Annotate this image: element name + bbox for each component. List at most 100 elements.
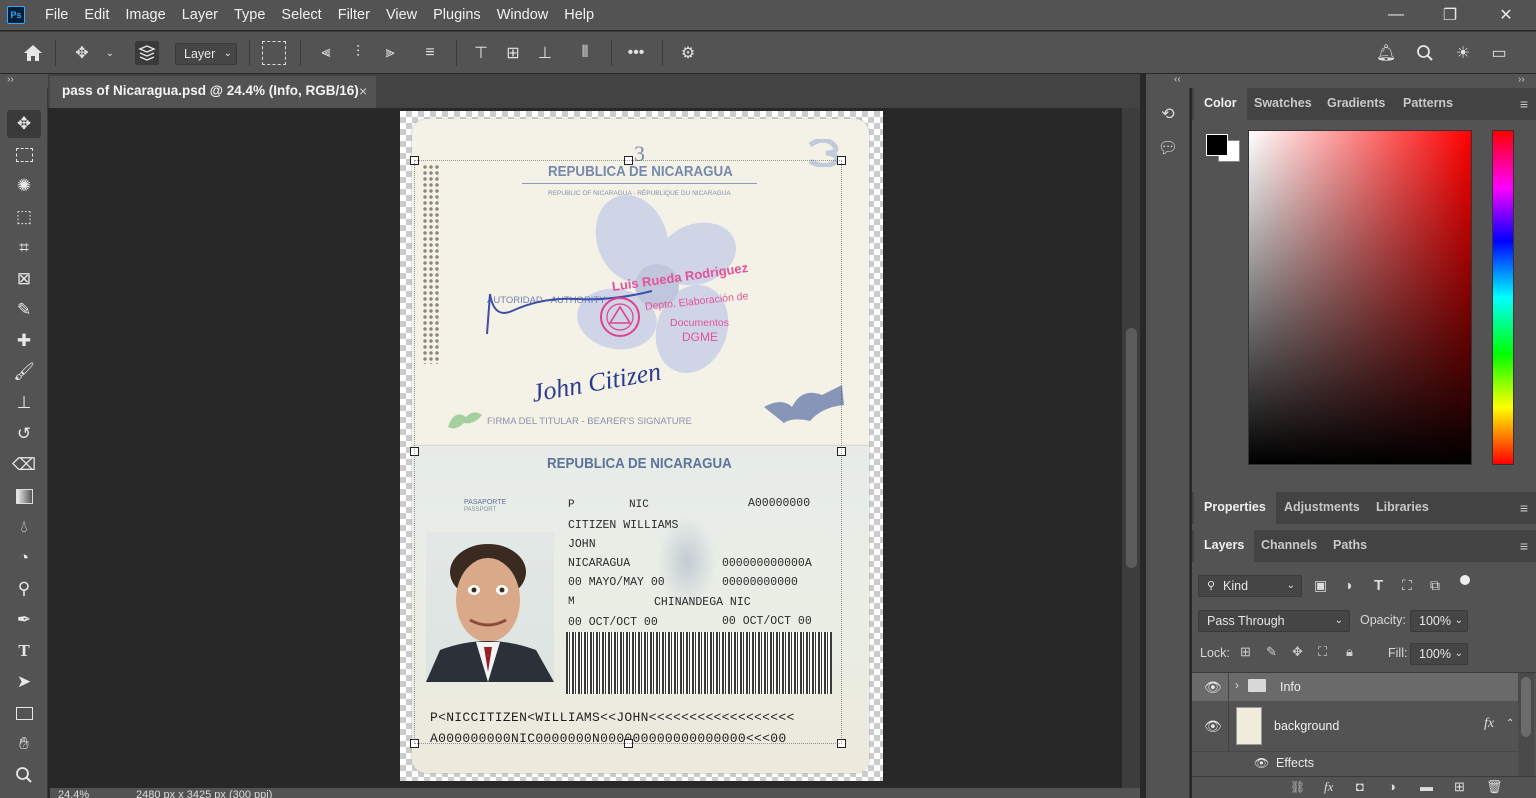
photoshop-logo[interactable]: Ps bbox=[7, 6, 25, 24]
passport-document[interactable]: 3 REPUBLICA DE NICARAGUA REPUBLIC OF NIC… bbox=[400, 111, 883, 781]
home-icon[interactable] bbox=[21, 41, 45, 65]
tab-patterns[interactable]: Patterns bbox=[1393, 88, 1463, 120]
add-mask-icon[interactable]: ◘ bbox=[1356, 779, 1364, 794]
path-selection-tool-icon[interactable]: ➤ bbox=[7, 668, 41, 696]
document-tab[interactable]: pass of Nicaragua.psd @ 24.4% (Info, RGB… bbox=[50, 76, 376, 108]
new-group-icon[interactable]: ▬ bbox=[1420, 779, 1433, 794]
menu-file[interactable]: File bbox=[37, 0, 76, 30]
foreground-color-swatch[interactable] bbox=[1206, 134, 1228, 156]
dodge-tool-icon[interactable]: ◔ bbox=[7, 544, 41, 572]
align-right-icon[interactable]: ⫸ bbox=[378, 41, 402, 65]
workspace-icon[interactable]: ▭ bbox=[1487, 41, 1511, 65]
menu-view[interactable]: View bbox=[378, 0, 425, 30]
filter-smart-object-icon[interactable]: ⧉ bbox=[1430, 577, 1440, 594]
tab-swatches[interactable]: Swatches bbox=[1244, 88, 1322, 120]
tab-layers[interactable]: Layers bbox=[1194, 530, 1255, 562]
panel-menu-icon[interactable]: ≡ bbox=[1520, 538, 1528, 554]
menu-image[interactable]: Image bbox=[117, 0, 173, 30]
collapse-right-icon[interactable]: ›› bbox=[1518, 74, 1525, 85]
filter-pixel-icon[interactable]: ▣ bbox=[1314, 577, 1327, 594]
menu-help[interactable]: Help bbox=[556, 0, 602, 30]
link-layers-icon[interactable]: ⛓ bbox=[1290, 780, 1305, 794]
history-panel-icon[interactable]: ⟲ bbox=[1156, 104, 1180, 128]
zoom-level[interactable]: 24.4% bbox=[58, 788, 89, 798]
panel-menu-icon[interactable]: ≡ bbox=[1520, 500, 1528, 516]
new-layer-icon[interactable]: ⊞ bbox=[1454, 779, 1465, 795]
menu-edit[interactable]: Edit bbox=[76, 0, 117, 30]
tab-paths[interactable]: Paths bbox=[1323, 530, 1377, 562]
fx-icon[interactable]: fx bbox=[1484, 716, 1494, 732]
zoom-tool-icon[interactable] bbox=[7, 761, 41, 789]
panel-menu-icon[interactable]: ≡ bbox=[1520, 96, 1528, 112]
chevron-up-icon[interactable]: ⌃ bbox=[1506, 718, 1514, 729]
layer-row-background[interactable]: 👁︎ background fx ⌃ bbox=[1192, 702, 1526, 752]
align-top-icon[interactable]: ⊤ bbox=[469, 41, 493, 65]
history-brush-tool-icon[interactable]: ↺ bbox=[7, 420, 41, 448]
menu-select[interactable]: Select bbox=[273, 0, 329, 30]
object-selection-tool-icon[interactable]: ⬚ bbox=[7, 203, 41, 231]
close-document-icon[interactable]: × bbox=[359, 76, 367, 106]
close-window-button[interactable]: ✕ bbox=[1478, 0, 1534, 30]
layer-row-info[interactable]: 👁︎ › Info bbox=[1192, 673, 1526, 701]
color-picker-field[interactable] bbox=[1248, 130, 1472, 465]
burn-tool-icon[interactable]: ⚲ bbox=[7, 575, 41, 603]
delete-layer-icon[interactable]: 🗑︎ bbox=[1486, 779, 1503, 795]
hand-tool-icon[interactable]: ✋︎ bbox=[7, 730, 41, 758]
auto-select-dropdown[interactable]: Layer ⌄ bbox=[175, 43, 237, 65]
bell-icon[interactable]: 🔔︎ bbox=[1374, 41, 1398, 65]
menu-plugins[interactable]: Plugins bbox=[425, 0, 489, 30]
scrollbar-thumb[interactable] bbox=[1126, 328, 1137, 568]
move-tool-icon[interactable]: ✥ bbox=[70, 41, 94, 65]
quick-selection-tool-icon[interactable]: ✺ bbox=[7, 172, 41, 200]
tab-libraries[interactable]: Libraries bbox=[1366, 492, 1439, 524]
vertical-scrollbar[interactable] bbox=[1122, 108, 1140, 788]
eraser-tool-icon[interactable]: ⌫ bbox=[7, 451, 41, 479]
align-bottom-icon[interactable]: ⊥ bbox=[533, 41, 557, 65]
minimize-button[interactable]: — bbox=[1368, 0, 1424, 30]
visibility-eye-icon[interactable]: 👁︎ bbox=[1204, 679, 1222, 696]
brush-tool-icon[interactable]: 🖌︎ bbox=[7, 358, 41, 386]
tab-channels[interactable]: Channels bbox=[1251, 530, 1327, 562]
opacity-input[interactable]: 100% ⌄ bbox=[1410, 610, 1468, 632]
filter-adjustment-icon[interactable]: ◑ bbox=[1344, 577, 1352, 593]
blend-mode-dropdown[interactable]: Pass Through ⌄ bbox=[1198, 610, 1350, 632]
blur-tool-icon[interactable]: 💧︎ bbox=[7, 513, 41, 541]
filter-toggle-icon[interactable] bbox=[1460, 575, 1470, 585]
distribute-icon[interactable]: ≡ bbox=[418, 41, 442, 65]
pen-tool-icon[interactable]: ✒ bbox=[7, 606, 41, 634]
collapse-left-icon[interactable]: ‹‹ bbox=[1174, 74, 1181, 85]
visibility-eye-icon[interactable]: 👁︎ bbox=[1204, 718, 1222, 735]
crop-tool-icon[interactable]: ⌗ bbox=[7, 234, 41, 262]
tab-color[interactable]: Color bbox=[1194, 88, 1247, 120]
lightbulb-icon[interactable]: ☀ bbox=[1451, 41, 1475, 65]
healing-brush-tool-icon[interactable]: ✚ bbox=[7, 327, 41, 355]
restore-button[interactable]: ❐ bbox=[1422, 0, 1478, 30]
tools-collapse-toggle[interactable]: ›› bbox=[0, 74, 48, 88]
hue-slider[interactable] bbox=[1492, 130, 1514, 465]
align-left-icon[interactable]: ⫷ bbox=[314, 41, 338, 65]
auto-select-icon[interactable] bbox=[135, 41, 159, 65]
gradient-tool-icon[interactable] bbox=[7, 482, 41, 510]
marquee-tool-icon[interactable] bbox=[7, 141, 41, 169]
layer-row-effects[interactable]: 👁︎ Effects bbox=[1192, 752, 1526, 776]
type-tool-icon[interactable]: T bbox=[7, 637, 41, 665]
lock-position-icon[interactable]: ✥ bbox=[1292, 644, 1303, 660]
align-middle-icon[interactable]: ⊞ bbox=[501, 41, 525, 65]
lock-all-icon[interactable]: 🔒︎ bbox=[1346, 644, 1353, 660]
lock-artboard-icon[interactable]: ⛶ bbox=[1318, 644, 1327, 660]
more-options-icon[interactable]: ••• bbox=[624, 41, 648, 65]
comments-panel-icon[interactable]: 💬︎ bbox=[1156, 138, 1180, 162]
layers-scrollbar[interactable] bbox=[1518, 673, 1534, 777]
tab-gradients[interactable]: Gradients bbox=[1317, 88, 1395, 120]
menu-layer[interactable]: Layer bbox=[174, 0, 226, 30]
transform-controls-icon[interactable] bbox=[262, 41, 286, 65]
fill-input[interactable]: 100% ⌄ bbox=[1410, 643, 1468, 665]
rectangle-tool-icon[interactable] bbox=[7, 699, 41, 727]
align-center-icon[interactable]: ⫶ bbox=[346, 41, 370, 65]
add-style-icon[interactable]: fx bbox=[1324, 779, 1333, 795]
move-tool-icon[interactable]: ✥ bbox=[7, 110, 41, 138]
filter-type-icon[interactable]: T bbox=[1374, 577, 1383, 594]
tab-adjustments[interactable]: Adjustments bbox=[1274, 492, 1370, 524]
filter-shape-icon[interactable]: ⛶ bbox=[1402, 577, 1412, 594]
distribute-vertical-icon[interactable]: ⦀ bbox=[573, 41, 597, 65]
